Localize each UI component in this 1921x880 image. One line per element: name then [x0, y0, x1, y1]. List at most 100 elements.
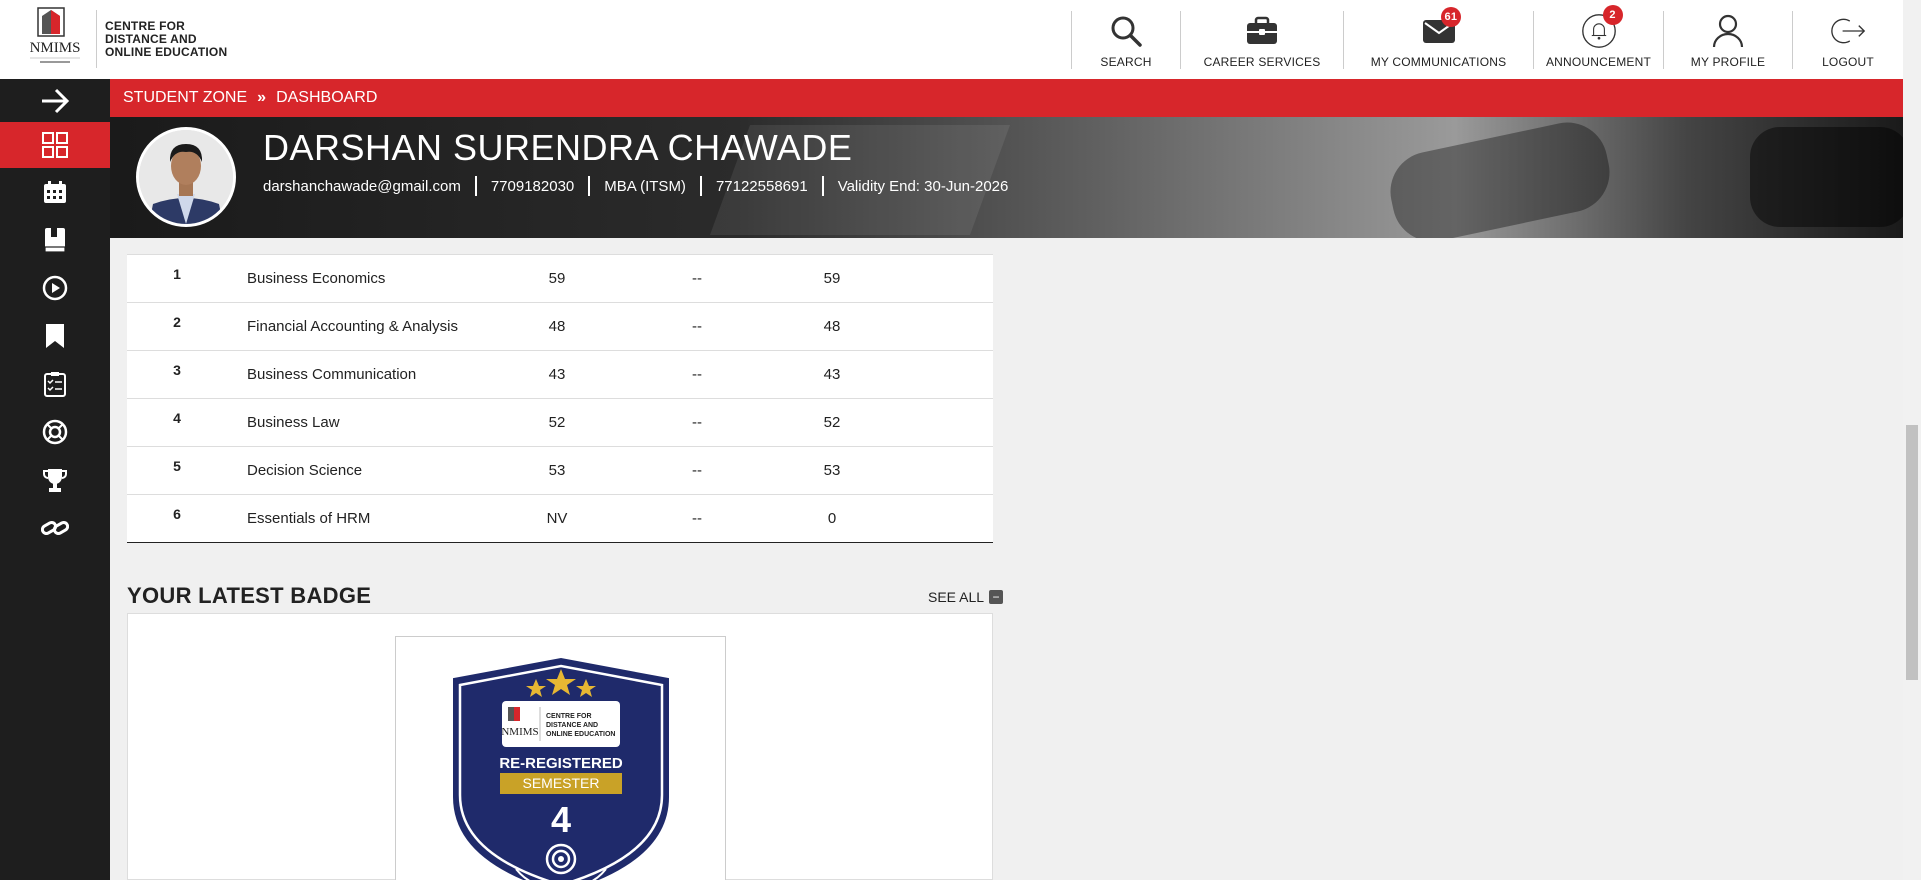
sidebar-item-assignments[interactable]: [0, 360, 110, 408]
table-row: 1 Business Economics 59 -- 59: [127, 254, 993, 302]
logout-icon: [1830, 13, 1866, 49]
sidebar-item-support[interactable]: [0, 408, 110, 456]
sidebar-item-courses[interactable]: [0, 216, 110, 264]
grid-icon: [42, 132, 68, 158]
subject-name: Business Law: [247, 414, 340, 431]
badge-logo-text: NMIMS: [501, 726, 538, 738]
breadcrumb-dashboard[interactable]: DASHBOARD: [276, 89, 377, 107]
logo-text: NMIMS: [30, 40, 81, 56]
badge-panel: NMIMS CENTRE FOR DISTANCE AND ONLINE EDU…: [127, 613, 993, 880]
brand-name: CENTRE FOR DISTANCE AND ONLINE EDUCATION: [105, 20, 227, 59]
nav-search[interactable]: SEARCH: [1072, 0, 1180, 79]
nav-career-services-label: CAREER SERVICES: [1203, 55, 1321, 69]
nav-my-communications[interactable]: 61 MY COMMUNICATIONS: [1344, 0, 1533, 79]
marks-value: 53: [548, 462, 566, 479]
table-row: 3 Business Communication 43 -- 43: [127, 350, 993, 398]
sidebar-item-videos[interactable]: [0, 264, 110, 312]
avatar[interactable]: [136, 127, 236, 227]
banner-background-shape: [1750, 127, 1903, 227]
badge-card[interactable]: NMIMS CENTRE FOR DISTANCE AND ONLINE EDU…: [395, 636, 726, 880]
search-icon: [1108, 13, 1144, 49]
badge-ribbon-text: SEMESTER: [522, 775, 599, 791]
scrollbar-thumb[interactable]: [1906, 425, 1918, 680]
nav-my-profile[interactable]: MY PROFILE: [1664, 0, 1792, 79]
row-number: 2: [173, 313, 181, 330]
trophy-icon: [43, 469, 67, 492]
row-number: 5: [173, 457, 181, 474]
sidebar-item-calendar[interactable]: [0, 168, 110, 216]
play-icon: [42, 275, 68, 301]
banner-background-shape: [1383, 117, 1617, 238]
profile-email: darshanchawade@gmail.com: [263, 177, 461, 195]
profile-info: darshanchawade@gmail.com 7709182030 MBA …: [263, 176, 1008, 196]
sidebar: [0, 79, 110, 880]
sidebar-item-dashboard[interactable]: [0, 122, 110, 168]
profile-validity: Validity End: 30-Jun-2026: [837, 177, 1009, 195]
breadcrumb-student-zone[interactable]: STUDENT ZONE: [123, 89, 247, 107]
nav-search-label: SEARCH: [1100, 55, 1152, 69]
grace-value: --: [692, 462, 702, 479]
info-divider: [474, 176, 477, 196]
latest-badge-heading: YOUR LATEST BADGE: [127, 583, 372, 608]
badge-org-line-2: DISTANCE AND: [546, 722, 598, 729]
bookmark-icon: [46, 324, 64, 348]
profile-phone: 7709182030: [490, 177, 575, 195]
nav-logout-label: LOGOUT: [1822, 55, 1874, 69]
nav-logout[interactable]: LOGOUT: [1793, 0, 1903, 79]
grace-value: --: [692, 318, 702, 335]
total-value: 48: [823, 318, 841, 335]
total-value: 0: [827, 510, 837, 527]
nav-my-profile-label: MY PROFILE: [1690, 55, 1766, 69]
grace-value: --: [692, 366, 702, 383]
info-divider: [588, 176, 591, 196]
logo-divider: [96, 10, 97, 68]
badge-org-line-3: ONLINE EDUCATION: [546, 731, 615, 738]
marks-value: 43: [548, 366, 566, 383]
subject-name: Business Communication: [247, 366, 417, 383]
brand-line-3: ONLINE EDUCATION: [105, 45, 228, 59]
bell-icon: 2: [1581, 5, 1623, 49]
nav-announcement-label: ANNOUNCEMENT: [1545, 55, 1652, 69]
row-number: 6: [173, 505, 181, 522]
total-value: 43: [823, 366, 841, 383]
collapse-icon[interactable]: −: [989, 590, 1004, 604]
table-row: 5 Decision Science 53 -- 53: [127, 446, 993, 494]
subject-name: Essentials of HRM: [247, 510, 371, 527]
row-number: 1: [173, 265, 181, 282]
profile-banner: DARSHAN SURENDRA CHAWADE darshanchawade@…: [110, 117, 1903, 238]
subject-name: Business Economics: [247, 270, 386, 287]
announcement-count-badge: 2: [1602, 5, 1623, 25]
see-all-link[interactable]: SEE ALL −: [928, 589, 1004, 605]
badge-title: RE-REGISTERED: [499, 755, 623, 772]
sidebar-item-bookmarks[interactable]: [0, 312, 110, 360]
re-registered-badge-image: NMIMS CENTRE FOR DISTANCE AND ONLINE EDU…: [453, 657, 669, 880]
nav-career-services[interactable]: CAREER SERVICES: [1181, 0, 1343, 79]
sidebar-toggle[interactable]: [0, 79, 110, 122]
user-icon: [1710, 13, 1746, 49]
book-icon: [44, 228, 66, 253]
marks-value: 52: [548, 414, 566, 431]
mail-icon: 61: [1421, 7, 1462, 49]
page-scrollbar[interactable]: [1903, 0, 1921, 880]
table-row: 4 Business Law 52 -- 52: [127, 398, 993, 446]
nmims-logo[interactable]: NMIMS: [20, 6, 90, 72]
grace-value: --: [692, 414, 702, 431]
briefcase-icon: [1244, 13, 1280, 49]
communications-count-badge: 61: [1440, 7, 1462, 27]
marks-value: NV: [546, 510, 568, 527]
sidebar-item-achievements[interactable]: [0, 456, 110, 504]
row-number: 4: [173, 409, 181, 426]
marks-table: 1 Business Economics 59 -- 59 2 Financia…: [127, 254, 993, 543]
sidebar-item-links[interactable]: [0, 504, 110, 552]
calendar-icon: [44, 181, 66, 203]
total-value: 53: [823, 462, 841, 479]
total-value: 59: [823, 270, 841, 287]
nav-announcement[interactable]: 2 ANNOUNCEMENT: [1534, 0, 1663, 79]
total-value: 52: [823, 414, 841, 431]
top-nav: SEARCH CAREER SERVICES 61 MY COMMUNICATI…: [1071, 0, 1903, 79]
badge-org-line-1: CENTRE FOR: [546, 713, 592, 720]
link-icon: [41, 521, 69, 535]
row-number: 3: [173, 361, 181, 378]
marks-value: 48: [548, 318, 566, 335]
breadcrumb: STUDENT ZONE » DASHBOARD: [110, 79, 1903, 117]
